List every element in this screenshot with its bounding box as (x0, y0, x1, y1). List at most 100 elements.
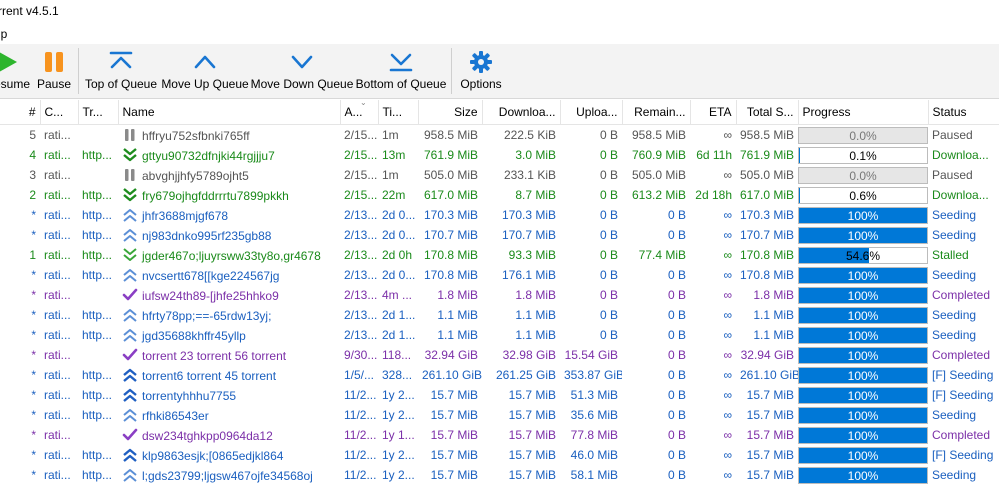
table-row[interactable]: * rati... torrent 23 torrent 56 torrent 9/3… (0, 345, 999, 365)
table-row[interactable]: 5 rati... hffryu752sfbnki765ff 2/15... 1m 958… (0, 125, 999, 146)
col-total-size-header[interactable]: Total S... (736, 100, 799, 125)
torrent-list[interactable]: # C... Tr... Name A... Ti... Size Downloa... Upl… (0, 100, 999, 485)
col-uploaded-header[interactable]: Uploa... (560, 100, 623, 125)
menu-help[interactable]: lp (0, 27, 7, 41)
table-row[interactable]: * rati... http... nvcsertt678[[kge224567jg 2… (0, 265, 999, 285)
row-name: torrentyhhhu7755 (142, 388, 237, 403)
move-down-queue-button[interactable]: Move Down Queue (251, 44, 353, 98)
progress-text: 100% (847, 428, 879, 443)
row-time-active: 13m (382, 148, 406, 162)
col-time-header[interactable]: Ti... (378, 100, 419, 125)
row-name-cell: dsw234tghkpp0964da12 (118, 425, 340, 445)
row-downloaded: 15.7 MiB (508, 448, 556, 462)
col-eta-header[interactable]: ETA (690, 100, 737, 125)
col-remaining-header[interactable]: Remain... (622, 100, 691, 125)
row-remaining: 77.4 MiB (638, 248, 686, 262)
download-icon (122, 147, 138, 162)
table-row[interactable]: * rati... http... hfrty78pp;==-65rdw13yj; 2/… (0, 305, 999, 325)
table-row[interactable]: 4 rati... http... gttyu90732dfnjki44rgjjju7… (0, 145, 999, 165)
move-up-queue-button[interactable]: Move Up Queue (161, 44, 249, 98)
table-row[interactable]: * rati... dsw234tghkpp0964da12 11/2... 1y 1.… (0, 425, 999, 445)
row-tracker (78, 285, 118, 305)
progress-text: 0.6% (849, 188, 877, 203)
row-eta: ∞ (723, 228, 732, 242)
options-button[interactable]: Options (458, 44, 504, 98)
progress-text: 100% (847, 288, 879, 303)
col-downloaded-header[interactable]: Downloa... (482, 100, 561, 125)
table-row[interactable]: * rati... http... rfhki86543er 11/2... 1y 2..… (0, 405, 999, 425)
table-row[interactable]: 3 rati... abvghjjhfy5789ojht5 2/15... 1m 505.… (0, 165, 999, 185)
row-remaining: 613.2 MiB (631, 188, 686, 202)
bottom-of-queue-button[interactable]: Bottom of Queue (356, 44, 446, 98)
pause-button[interactable]: Pause (36, 44, 72, 98)
row-eta: ∞ (723, 328, 732, 342)
row-status: Stalled (932, 248, 969, 262)
row-status: Seeding (932, 268, 977, 282)
chevron-down-icon (291, 55, 313, 69)
download-icon (122, 187, 138, 202)
row-added: 2/15... (344, 168, 378, 182)
col-category-header[interactable]: C... (40, 100, 79, 125)
row-status: [F] Seeding (932, 368, 994, 382)
row-name-cell: nj983dnko995rf235gb88 (118, 225, 340, 245)
col-name-header[interactable]: Name (118, 100, 341, 125)
table-row[interactable]: * rati... http... torrentyhhhu7755 11/2... 1y… (0, 385, 999, 405)
row-remaining: 0 B (667, 468, 686, 482)
row-remaining: 0 B (667, 308, 686, 322)
title-bar: rrent v4.5.1 (0, 0, 999, 22)
col-number-header[interactable]: # (0, 100, 41, 125)
col-tracker-header[interactable]: Tr... (78, 100, 119, 125)
col-progress-header[interactable]: Progress (798, 100, 929, 125)
row-remaining: 505.0 MiB (631, 168, 686, 182)
table-row[interactable]: * rati... iufsw24th89-[jhfe25hhko9 2/13... 4… (0, 285, 999, 305)
row-added: 2/15... (344, 148, 378, 162)
col-status-header[interactable]: Status (928, 100, 999, 125)
upload-icon (122, 328, 138, 342)
row-category: rati... (44, 188, 71, 202)
row-time-active: 22m (382, 188, 406, 202)
table-row[interactable]: * rati... http... torrent6 torrent 45 torre… (0, 365, 999, 385)
progress-bar: 54.6% (798, 246, 928, 264)
row-status: Paused (932, 168, 973, 182)
row-number: * (31, 448, 36, 462)
row-status: Downloa... (932, 188, 989, 202)
row-name-cell: hfrty78pp;==-65rdw13yj; (118, 305, 340, 325)
row-time-active: 4m ... (382, 288, 413, 302)
table-row[interactable]: * rati... http... l;gds23799;ljgsw467ojfe34… (0, 465, 999, 485)
row-size: 617.0 MiB (423, 188, 478, 202)
row-added: 2/13... (344, 248, 378, 262)
row-total-size: 170.7 MiB (740, 228, 795, 242)
table-row[interactable]: * rati... http... nj983dnko995rf235gb88 2/13… (0, 225, 999, 245)
row-downloaded: 8.7 MiB (515, 188, 556, 202)
table-row[interactable]: * rati... http... jhfr3688mjgf678 2/13... 2d … (0, 205, 999, 225)
row-progress-cell: 100% (798, 445, 928, 465)
row-tracker: http... (82, 208, 113, 222)
row-added: 2/13... (344, 328, 378, 342)
row-name: torrent 23 torrent 56 torrent (142, 348, 287, 363)
table-row[interactable]: * rati... http... jgd35688khffr45yllp 2/13..… (0, 325, 999, 345)
row-size: 15.7 MiB (430, 468, 478, 482)
table-row[interactable]: 1 rati... http... jgder467o;ljuyrsww33ty8o,… (0, 245, 999, 265)
row-added: 2/13... (344, 288, 378, 302)
upload-icon (122, 408, 138, 422)
row-progress-cell: 0.0% (798, 165, 928, 185)
row-name: l;gds23799;ljgsw467ojfe34568oj (142, 468, 313, 483)
row-status: Completed (932, 288, 991, 302)
row-time-active: 328... (382, 368, 413, 382)
row-name: torrent6 torrent 45 torrent (142, 368, 277, 383)
progress-text: 100% (847, 468, 879, 483)
row-name-cell: jgder467o;ljuyrsww33ty8o,gr4678 (118, 245, 340, 265)
row-category: rati... (44, 368, 71, 382)
pause-icon (122, 168, 138, 182)
row-total-size: 15.7 MiB (746, 448, 794, 462)
col-added-header[interactable]: A... (340, 100, 379, 125)
row-status: Seeding (932, 228, 977, 242)
top-of-queue-button[interactable]: Top of Queue (84, 44, 158, 98)
table-row[interactable]: 2 rati... http... fry679ojhgfddrrrtu7899pkk… (0, 185, 999, 205)
col-size-header[interactable]: Size (418, 100, 483, 125)
row-status: Completed (932, 428, 991, 442)
table-row[interactable]: * rati... http... klp9863esjk;[0865edjkl864… (0, 445, 999, 465)
row-total-size: 261.10 GiB (740, 368, 798, 382)
row-time-active: 118... (382, 348, 412, 362)
resume-button[interactable]: esume (0, 44, 32, 98)
